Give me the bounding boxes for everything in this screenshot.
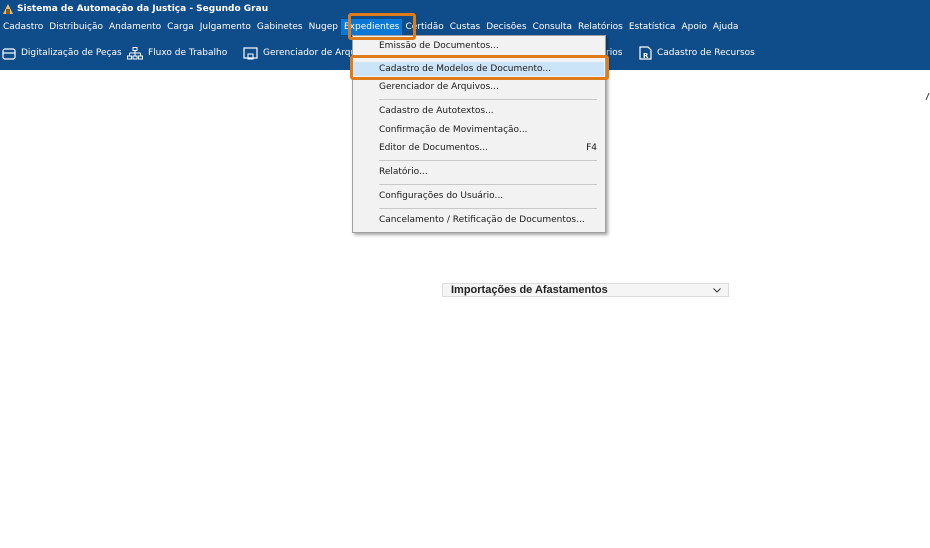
menu-gabinetes[interactable]: Gabinetes (254, 19, 306, 35)
cursor-mark-icon (925, 92, 930, 101)
hidden-toolbar-label: rios (606, 48, 623, 58)
menu-expedientes[interactable]: Expedientes (340, 19, 403, 35)
menu-distribuicao[interactable]: Distribuição (46, 19, 106, 35)
menu-item-cancelamento[interactable]: Cancelamento / Retificação de Documentos… (379, 213, 585, 227)
menu-separator (379, 208, 597, 209)
gerenciador-button[interactable]: Gerenciador de Arqu (243, 45, 356, 61)
app-logo-icon (3, 4, 13, 14)
menu-item-emissao[interactable]: Emissão de Documentos... (379, 39, 499, 53)
menu-julgamento[interactable]: Julgamento (197, 19, 254, 35)
gerenciador-label: Gerenciador de Arqu (263, 48, 357, 58)
workflow-icon (127, 46, 143, 59)
menu-item-cadastro-autotextos[interactable]: Cadastro de Autotextos... (379, 104, 494, 118)
menu-item-relatorio[interactable]: Relatório... (379, 165, 428, 179)
scanner-icon (2, 47, 16, 60)
chevron-down-icon (713, 288, 721, 293)
title-bar: Sistema de Automação da Justiça - Segund… (0, 0, 930, 18)
menu-item-gerenciador-arquivos[interactable]: Gerenciador de Arquivos... (379, 80, 499, 94)
menu-item-configuracoes[interactable]: Configurações do Usuário... (379, 189, 503, 203)
menu-consulta[interactable]: Consulta (530, 19, 575, 35)
menu-separator (379, 184, 597, 185)
menu-cadastro[interactable]: Cadastro (0, 19, 46, 35)
file-manager-icon (243, 46, 258, 59)
menu-item-confirmacao[interactable]: Confirmação de Movimentação... (379, 123, 527, 137)
menu-custas[interactable]: Custas (447, 19, 483, 35)
hidden-toolbar-item[interactable]: rios (606, 45, 622, 61)
menu-bar: Cadastro Distribuição Andamento Carga Ju… (0, 18, 930, 36)
window-title: Sistema de Automação da Justiça - Segund… (17, 4, 269, 14)
menu-estatistica[interactable]: Estatística (626, 19, 679, 35)
menu-apoio[interactable]: Apoio (678, 19, 709, 35)
menu-certidao[interactable]: Certidão (402, 19, 446, 35)
cadastro-recursos-button[interactable]: R Cadastro de Recursos (639, 45, 755, 61)
fluxo-button[interactable]: Fluxo de Trabalho (127, 45, 227, 61)
menu-item-editor[interactable]: Editor de Documentos... F4 (379, 141, 597, 155)
importacoes-select[interactable]: Importações de Afastamentos (442, 283, 729, 297)
menu-carga[interactable]: Carga (164, 19, 197, 35)
digitalizacao-button[interactable]: Digitalização de Peças (2, 45, 122, 61)
fluxo-label: Fluxo de Trabalho (148, 48, 228, 58)
menu-ajuda[interactable]: Ajuda (710, 19, 742, 35)
cadastro-recursos-label: Cadastro de Recursos (657, 48, 755, 58)
recursos-icon: R (639, 46, 652, 60)
digitalizacao-label: Digitalização de Peças (21, 48, 122, 58)
menu-item-cadastro-modelos[interactable]: Cadastro de Modelos de Documento... (354, 62, 604, 76)
menu-relatorios[interactable]: Relatórios (575, 19, 626, 35)
svg-text:R: R (643, 52, 649, 60)
importacoes-select-value: Importações de Afastamentos (451, 284, 608, 296)
editor-shortcut: F4 (586, 143, 597, 153)
menu-nugep[interactable]: Nugep (306, 19, 341, 35)
menu-separator (379, 99, 597, 100)
menu-decisoes[interactable]: Decisões (483, 19, 529, 35)
menu-item-editor-label: Editor de Documentos... (379, 143, 489, 153)
expedientes-dropdown-menu: Emissão de Documentos... Cadastro de Mod… (352, 35, 606, 233)
menu-andamento[interactable]: Andamento (106, 19, 164, 35)
menu-separator (379, 160, 597, 161)
